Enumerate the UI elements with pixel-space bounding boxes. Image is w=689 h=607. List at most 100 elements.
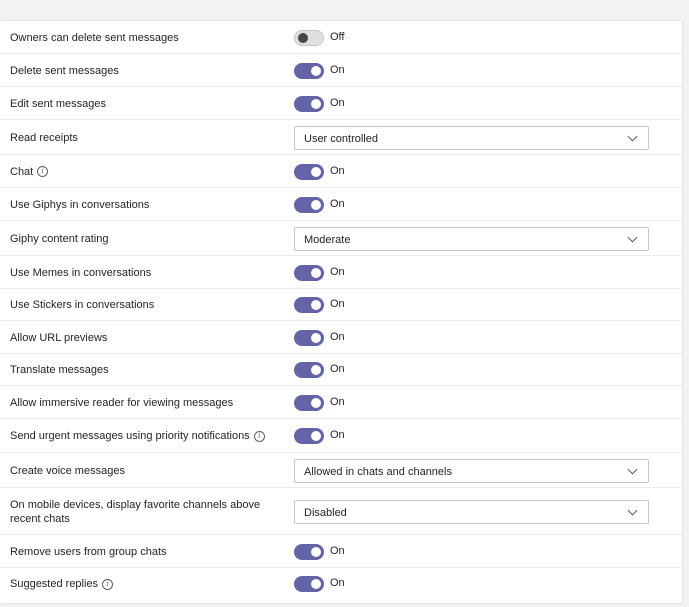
setting-label-text: Translate messages [10, 364, 109, 376]
toggle-knob [311, 99, 321, 109]
setting-label: Remove users from group chats [10, 535, 280, 568]
toggle-state-label: Off [330, 31, 345, 43]
setting-row-send-urgent-messages-using-priority-noti: Send urgent messages using priority noti… [0, 419, 682, 453]
setting-label: Translate messages [10, 354, 280, 386]
toggle-switch[interactable] [294, 330, 324, 346]
setting-row-allow-immersive-reader-for-viewing-messa: Allow immersive reader for viewing messa… [0, 386, 682, 419]
toggle-state-label: On [330, 64, 345, 76]
toggle-switch[interactable] [294, 544, 324, 560]
setting-label-text: On mobile devices, display favorite chan… [10, 498, 261, 525]
dropdown-select[interactable]: Disabled [294, 500, 649, 524]
setting-label-text: Delete sent messages [10, 64, 119, 77]
toggle-state-label: On [330, 266, 345, 278]
setting-row-remove-users-from-group-chats: Remove users from group chats On [0, 535, 682, 568]
dropdown-select[interactable]: Allowed in chats and channels [294, 459, 649, 483]
info-icon[interactable]: i [253, 430, 265, 442]
toggle-knob [311, 333, 321, 343]
toggle-switch[interactable] [294, 63, 324, 79]
info-icon[interactable]: i [37, 166, 49, 177]
toggle-knob [311, 200, 321, 210]
setting-label: Use Stickers in conversations [10, 289, 280, 321]
dropdown-value: Disabled [304, 507, 347, 519]
setting-label: Create voice messages [10, 453, 280, 488]
setting-label-text: Send urgent messages using priority noti… [10, 430, 250, 442]
setting-label-text: Use Stickers in conversations [10, 299, 155, 311]
setting-label-text: Owners can delete sent messages [10, 31, 179, 44]
dropdown-value: User controlled [304, 133, 378, 145]
setting-row-use-memes-in-conversations: Use Memes in conversations On [0, 256, 682, 289]
setting-row-translate-messages: Translate messages On [0, 354, 682, 386]
setting-label: Allow immersive reader for viewing messa… [10, 386, 280, 419]
setting-label: Use Memes in conversations [10, 256, 280, 289]
setting-row-allow-url-previews: Allow URL previews On [0, 321, 682, 354]
toggle-switch[interactable] [294, 197, 324, 213]
toggle-switch[interactable] [294, 164, 324, 180]
toggle-switch[interactable] [294, 96, 324, 112]
setting-row-suggested-replies: Suggested replies i On [0, 568, 682, 600]
toggle-knob [311, 300, 321, 310]
setting-label: Giphy content rating [10, 221, 280, 256]
toggle-switch[interactable] [294, 30, 324, 46]
toggle-knob [298, 33, 308, 43]
toggle-switch[interactable] [294, 395, 324, 411]
dropdown-select[interactable]: User controlled [294, 126, 649, 150]
toggle-switch[interactable] [294, 362, 324, 378]
toggle-switch[interactable] [294, 265, 324, 281]
setting-label: Use Giphys in conversations [10, 188, 280, 221]
info-icon[interactable]: i [102, 578, 114, 590]
toggle-state-label: On [330, 97, 345, 109]
toggle-knob [311, 547, 321, 557]
toggle-state-label: On [330, 331, 345, 343]
setting-label-text: Use Memes in conversations [10, 266, 152, 279]
setting-label: Delete sent messages [10, 54, 280, 87]
toggle-state-label: On [330, 165, 345, 177]
setting-row-chat: Chat i On [0, 155, 682, 188]
setting-label-text: Suggested replies [10, 578, 99, 590]
setting-label: Edit sent messages [10, 87, 280, 120]
setting-label-text: Chat [10, 165, 34, 178]
setting-label: On mobile devices, display favorite chan… [10, 488, 280, 535]
setting-label-text: Read receipts [10, 131, 78, 144]
toggle-state-label: On [330, 429, 345, 441]
setting-label-text: Allow URL previews [10, 331, 108, 344]
setting-label-text: Allow immersive reader for viewing messa… [10, 396, 234, 409]
setting-row-owners-can-delete-sent-messages: Owners can delete sent messages Off [0, 21, 682, 54]
setting-row-giphy-content-rating: Giphy content rating Moderate [0, 221, 682, 256]
setting-row-use-stickers-in-conversations: Use Stickers in conversations On [0, 289, 682, 321]
setting-row-on-mobile-devices-display-favorite-chann: On mobile devices, display favorite chan… [0, 488, 682, 535]
toggle-state-label: On [330, 577, 345, 589]
setting-label-text: Create voice messages [10, 464, 125, 477]
setting-label-text: Remove users from group chats [10, 545, 167, 558]
setting-row-create-voice-messages: Create voice messages Allowed in chats an… [0, 453, 682, 488]
dropdown-select[interactable]: Moderate [294, 227, 649, 251]
toggle-knob [311, 167, 321, 177]
setting-label: Send urgent messages using priority noti… [10, 419, 280, 453]
toggle-knob [311, 66, 321, 76]
toggle-switch[interactable] [294, 297, 324, 313]
toggle-knob [311, 431, 321, 441]
setting-label: Suggested replies i [10, 568, 280, 600]
toggle-state-label: On [330, 545, 345, 557]
setting-label: Owners can delete sent messages [10, 21, 280, 54]
setting-row-edit-sent-messages: Edit sent messages On [0, 87, 682, 120]
setting-label-text: Giphy content rating [10, 232, 109, 245]
settings-panel: Owners can delete sent messages Off Delete… [0, 21, 682, 603]
toggle-knob [311, 365, 321, 375]
toggle-switch[interactable] [294, 428, 324, 444]
chevron-down-icon [627, 131, 638, 142]
dropdown-value: Allowed in chats and channels [304, 466, 452, 478]
toggle-knob [311, 579, 321, 589]
toggle-state-label: On [330, 198, 345, 210]
setting-row-read-receipts: Read receipts User controlled [0, 120, 682, 155]
toggle-switch[interactable] [294, 576, 324, 592]
toggle-state-label: On [330, 363, 345, 375]
chevron-down-icon [627, 232, 638, 243]
toggle-state-label: On [330, 298, 345, 310]
toggle-knob [311, 268, 321, 278]
setting-label-text: Use Giphys in conversations [10, 198, 150, 211]
chevron-down-icon [627, 464, 638, 475]
setting-label: Chat i [10, 155, 280, 188]
toggle-knob [311, 398, 321, 408]
setting-label: Read receipts [10, 120, 280, 155]
setting-label-text: Edit sent messages [10, 97, 106, 110]
